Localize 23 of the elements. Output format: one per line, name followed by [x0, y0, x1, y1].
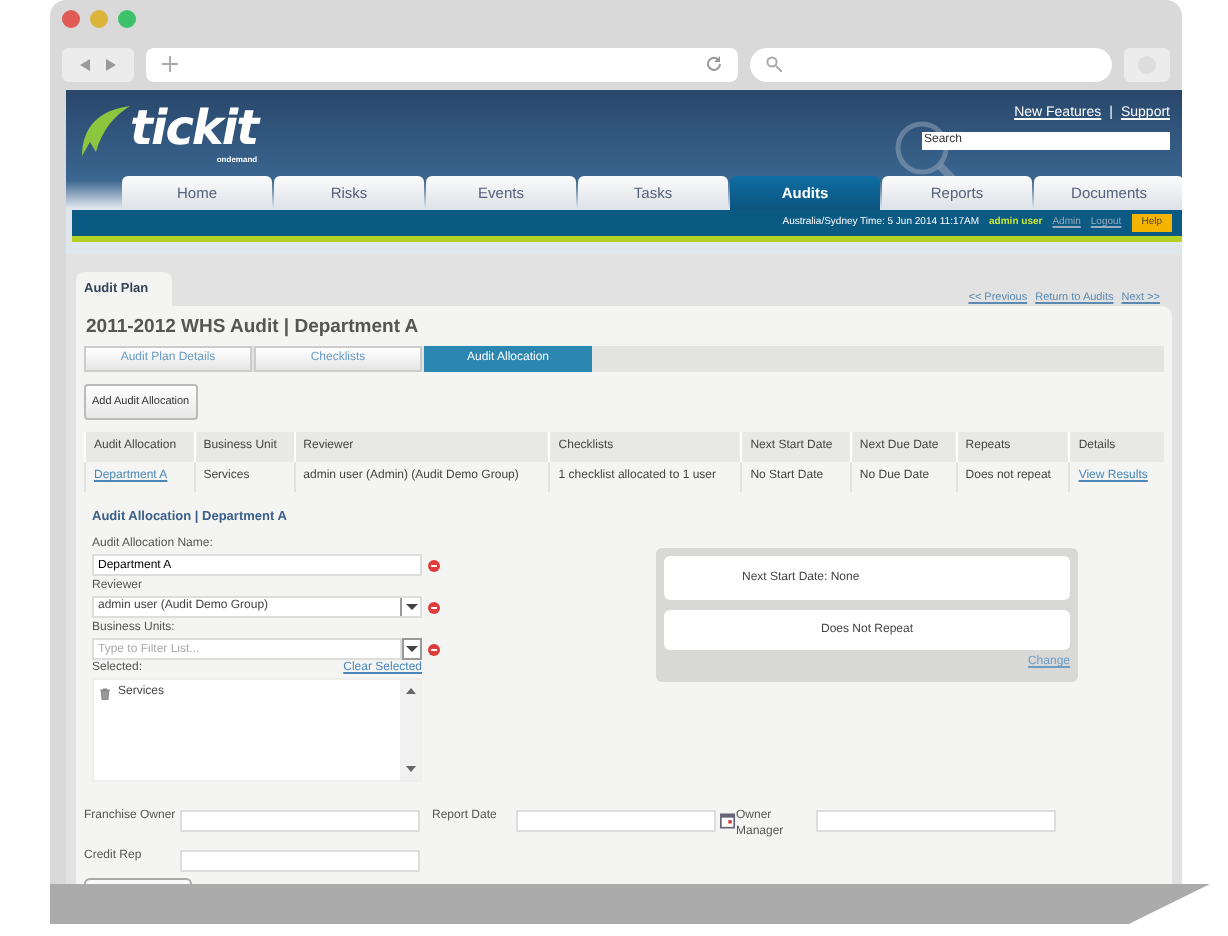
- input-field[interactable]: [180, 849, 420, 872]
- close-dot[interactable]: [62, 10, 80, 28]
- address-bar[interactable]: [146, 47, 739, 81]
- scroll-down-icon[interactable]: [405, 766, 415, 772]
- calendar-icon[interactable]: [720, 812, 736, 830]
- reload-icon[interactable]: [706, 56, 723, 72]
- scroll-up-icon[interactable]: [405, 688, 415, 694]
- dropdown-button[interactable]: [402, 638, 422, 660]
- date-field[interactable]: [516, 810, 717, 832]
- leaf-logo-icon: [78, 104, 130, 160]
- caret-icon: [405, 602, 417, 612]
- logo-text: tickit: [130, 100, 258, 156]
- plus-icon[interactable]: [162, 56, 178, 72]
- minimize-dot[interactable]: [90, 10, 108, 28]
- input-field[interactable]: [816, 810, 1056, 832]
- search-bar[interactable]: [750, 47, 1112, 81]
- trash-icon[interactable]: [100, 688, 110, 700]
- caret-icon: [406, 644, 418, 654]
- page-title: 2011-2012 WHS Audit | Department A: [86, 313, 421, 342]
- search-icon: [766, 56, 783, 72]
- input-field[interactable]: [180, 810, 420, 832]
- maximize-dot[interactable]: [118, 10, 136, 28]
- back-forward-icon[interactable]: [62, 47, 134, 81]
